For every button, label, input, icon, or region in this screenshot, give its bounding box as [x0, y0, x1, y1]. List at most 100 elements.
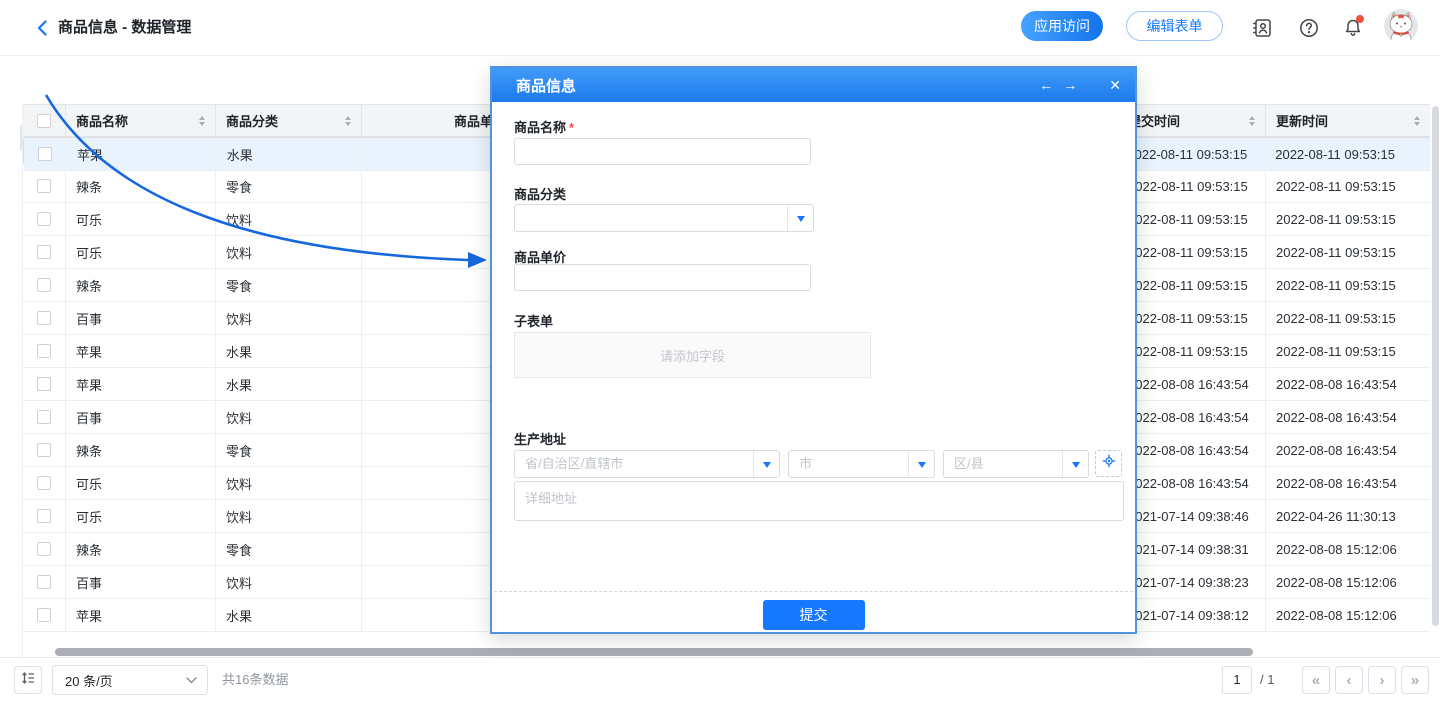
name-input[interactable] — [514, 138, 811, 165]
subform-dropzone[interactable]: 请添加字段 — [514, 332, 871, 378]
row-checkbox[interactable] — [37, 377, 51, 391]
column-header-name[interactable]: 商品名称 — [66, 104, 216, 137]
cell-category: 水果 — [216, 335, 362, 368]
last-page-button[interactable]: » — [1401, 666, 1429, 694]
row-checkbox[interactable] — [37, 344, 51, 358]
cell-update_time: 2022-08-11 09:53:15 — [1266, 203, 1430, 236]
detail-address-placeholder: 详细地址 — [525, 491, 577, 506]
cell-select — [23, 566, 66, 599]
cell-category: 饮料 — [216, 500, 362, 533]
sort-icon[interactable] — [1414, 116, 1420, 126]
page-title: 商品信息 - 数据管理 — [58, 0, 191, 56]
sort-icon[interactable] — [1249, 116, 1255, 126]
cell-name: 苹果 — [66, 335, 216, 368]
sort-icon[interactable] — [345, 116, 351, 126]
cell-submit_time: 2022-08-11 09:53:15 — [1118, 335, 1266, 368]
category-select[interactable] — [514, 204, 814, 232]
locate-button[interactable] — [1095, 450, 1122, 477]
row-checkbox[interactable] — [37, 575, 51, 589]
sort-icon[interactable] — [199, 116, 205, 126]
row-checkbox[interactable] — [37, 509, 51, 523]
row-checkbox[interactable] — [37, 542, 51, 556]
cell-update_time: 2022-08-08 16:43:54 — [1266, 467, 1430, 500]
cell-update_time: 2022-08-08 16:43:54 — [1266, 401, 1430, 434]
cell-select — [23, 500, 66, 533]
chevron-left-icon: ‹ — [1347, 672, 1352, 689]
row-checkbox[interactable] — [37, 608, 51, 622]
cell-select — [24, 138, 67, 171]
cell-select — [23, 368, 66, 401]
row-checkbox[interactable] — [37, 245, 51, 259]
chevron-down-icon — [186, 677, 197, 684]
select-all-checkbox[interactable] — [37, 114, 51, 128]
edit-form-button[interactable]: 编辑表单 — [1126, 11, 1223, 41]
cell-submit_time: 2022-08-11 09:53:15 — [1118, 203, 1266, 236]
cell-submit_time: 2021-07-14 09:38:31 — [1118, 533, 1266, 566]
page-input[interactable]: 1 — [1222, 666, 1252, 694]
app-access-button[interactable]: 应用访问 — [1021, 11, 1103, 41]
column-header-update_time[interactable]: 更新时间 — [1266, 104, 1430, 137]
horizontal-scrollbar[interactable] — [55, 648, 1253, 656]
row-checkbox[interactable] — [37, 179, 51, 193]
row-checkbox[interactable] — [37, 212, 51, 226]
cell-name: 百事 — [66, 302, 216, 335]
price-input[interactable] — [514, 264, 811, 291]
district-select[interactable]: 区/县 — [943, 450, 1089, 478]
contacts-icon[interactable] — [1251, 17, 1273, 39]
first-page-button[interactable]: « — [1302, 666, 1330, 694]
cell-update_time: 2022-08-08 15:12:06 — [1266, 533, 1430, 566]
row-checkbox[interactable] — [37, 476, 51, 490]
page-size-select[interactable]: 20 条/页 — [52, 665, 208, 695]
address-field-label: 生产地址 — [514, 429, 566, 448]
dialog-header[interactable]: 商品信息 ← → ✕ — [492, 68, 1135, 102]
cell-category: 零食 — [216, 170, 362, 203]
cell-select — [23, 302, 66, 335]
column-header-category[interactable]: 商品分类 — [216, 104, 362, 137]
next-record-icon[interactable]: → — [1063, 77, 1077, 93]
column-header-submit_time[interactable]: 提交时间 — [1118, 104, 1266, 137]
help-icon[interactable] — [1298, 17, 1320, 39]
row-height-button[interactable] — [14, 666, 42, 694]
cell-submit_time: 2022-08-08 16:43:54 — [1118, 368, 1266, 401]
cell-category: 水果 — [217, 138, 363, 171]
close-icon[interactable]: ✕ — [1109, 77, 1121, 94]
select-all-header-cell[interactable] — [23, 104, 66, 137]
row-checkbox[interactable] — [38, 147, 52, 161]
cell-name: 辣条 — [66, 170, 216, 203]
page-size-value: 20 条/页 — [65, 671, 113, 690]
column-label: 更新时间 — [1276, 111, 1328, 130]
cell-category: 水果 — [216, 599, 362, 632]
cell-category: 水果 — [216, 368, 362, 401]
chevron-down-icon — [787, 205, 813, 231]
subform-placeholder: 请添加字段 — [660, 346, 725, 365]
cell-select — [23, 335, 66, 368]
row-density-icon — [20, 670, 36, 691]
page-total: / 1 — [1260, 658, 1274, 701]
cell-name: 辣条 — [66, 533, 216, 566]
cell-category: 零食 — [216, 533, 362, 566]
province-select[interactable]: 省/自治区/直辖市 — [514, 450, 780, 478]
cell-update_time: 2022-08-11 09:53:15 — [1266, 269, 1430, 302]
prev-page-button[interactable]: ‹ — [1335, 666, 1363, 694]
cell-name: 苹果 — [67, 138, 217, 171]
cell-name: 苹果 — [66, 599, 216, 632]
city-select[interactable]: 市 — [788, 450, 935, 478]
avatar[interactable] — [1384, 9, 1418, 43]
cell-update_time: 2022-08-08 15:12:06 — [1266, 566, 1430, 599]
cell-category: 饮料 — [216, 401, 362, 434]
subform-field-label: 子表单 — [514, 311, 553, 330]
row-checkbox[interactable] — [37, 410, 51, 424]
location-target-icon — [1102, 454, 1116, 473]
row-checkbox[interactable] — [37, 311, 51, 325]
next-page-button[interactable]: › — [1368, 666, 1396, 694]
double-chevron-left-icon: « — [1312, 672, 1320, 689]
submit-button[interactable]: 提交 — [763, 600, 865, 630]
back-button[interactable] — [32, 17, 54, 39]
category-field-label: 商品分类 — [514, 184, 566, 203]
row-checkbox[interactable] — [37, 443, 51, 457]
prev-record-icon[interactable]: ← — [1039, 77, 1053, 93]
row-checkbox[interactable] — [37, 278, 51, 292]
vertical-scrollbar[interactable] — [1432, 106, 1439, 626]
notifications-icon[interactable] — [1342, 17, 1364, 39]
detail-address-input[interactable]: 详细地址 — [514, 481, 1124, 521]
